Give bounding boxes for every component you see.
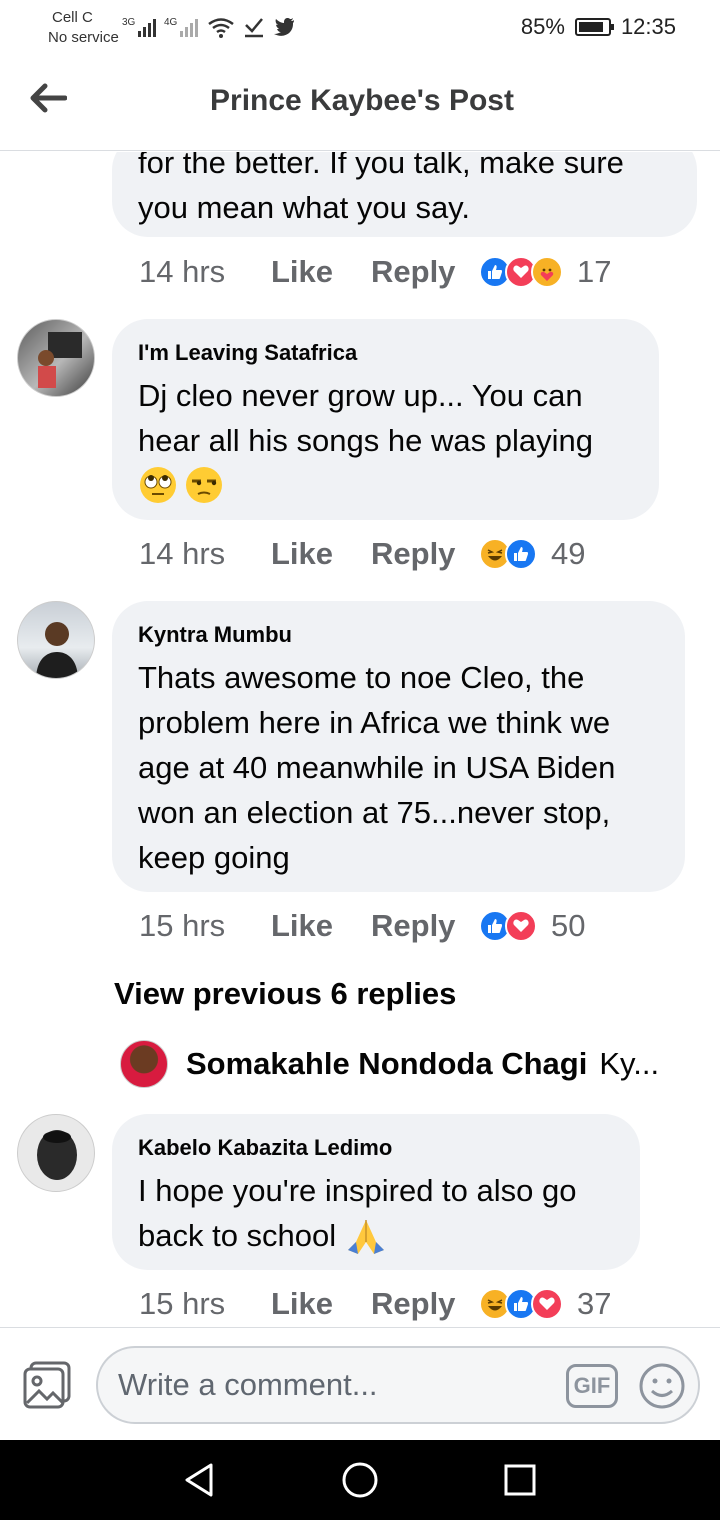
comment-author[interactable]: Kabelo Kabazita Ledimo	[138, 1134, 614, 1162]
like-button[interactable]: Like	[271, 536, 371, 572]
system-nav-bar	[0, 1440, 720, 1520]
comment-text-line: back to school	[138, 1218, 337, 1253]
comment-author[interactable]: I'm Leaving Satafrica	[138, 339, 633, 367]
comment-actions: 15 hrs Like Reply 37	[139, 1284, 611, 1324]
love-reaction-icon	[531, 1288, 563, 1320]
comment-text-line: Thats awesome to noe Cleo, the	[138, 660, 585, 695]
love-reaction-icon	[505, 910, 537, 942]
comment-text-line: hear all his songs he was playing	[138, 423, 593, 458]
photo-button[interactable]	[20, 1358, 74, 1412]
comment-bubble[interactable]: Kyntra Mumbu Thats awesome to noe Cleo, …	[112, 601, 685, 892]
comment-text-line: problem here in Africa we think we	[138, 705, 611, 740]
comment-author[interactable]: Kyntra Mumbu	[138, 621, 659, 649]
reactions-summary[interactable]	[479, 256, 563, 288]
page-title: Prince Kaybee's Post	[210, 84, 514, 117]
comment-text-line: age at 40 meanwhile in USA Biden	[138, 750, 616, 785]
comment-text-line: keep going	[138, 840, 290, 875]
avatar[interactable]	[120, 1040, 168, 1088]
comment-composer: GIF	[0, 1327, 720, 1440]
like-reaction-icon	[505, 538, 537, 570]
battery-icon	[574, 18, 614, 36]
reactions-summary[interactable]	[479, 538, 537, 570]
wifi-icon	[208, 18, 234, 38]
status-icons: 3G 4G	[122, 14, 296, 40]
battery-percent: 85%	[520, 14, 565, 39]
reply-button[interactable]: Reply	[371, 908, 479, 944]
reaction-count[interactable]: 37	[577, 1286, 611, 1322]
gif-button[interactable]: GIF	[566, 1364, 618, 1408]
twitter-icon	[274, 18, 294, 36]
reply-button[interactable]: Reply	[371, 254, 479, 290]
comments-feed[interactable]: for the better. If you talk, make sure y…	[0, 152, 720, 1327]
service-status: No service	[48, 29, 119, 46]
comment-text-line: won an election at 75...never stop,	[138, 795, 611, 830]
comment-bubble[interactable]: Kabelo Kabazita Ledimo I hope you're ins…	[112, 1114, 640, 1270]
reactions-summary[interactable]	[479, 1288, 563, 1320]
carrier-name: Cell C	[52, 9, 93, 26]
signal-4g-icon: 4G	[164, 17, 198, 37]
comment-bubble[interactable]: I'm Leaving Satafrica Dj cleo never grow…	[112, 319, 659, 520]
photo-icon	[23, 1361, 71, 1409]
avatar[interactable]	[17, 1114, 95, 1192]
emoji-icon[interactable]	[638, 1362, 686, 1410]
comment-actions: 15 hrs Like Reply 50	[139, 906, 585, 946]
home-nav-icon[interactable]	[340, 1460, 380, 1500]
comment-time[interactable]: 14 hrs	[139, 536, 271, 572]
reply-author[interactable]: Somakahle Nondoda Chagi	[186, 1046, 587, 1082]
folded-hands-emoji-icon	[348, 1219, 385, 1254]
reply-preview[interactable]: Somakahle Nondoda Chagi Ky...	[120, 1040, 680, 1088]
comment-text-line: Dj cleo never grow up... You can	[138, 378, 583, 413]
signal-3g-icon: 3G	[122, 17, 156, 37]
page-header: Prince Kaybee's Post	[0, 56, 720, 151]
comment-text-line: I hope you're inspired to also go	[138, 1173, 577, 1208]
like-button[interactable]: Like	[271, 908, 371, 944]
reaction-count[interactable]: 17	[577, 254, 611, 290]
comment-time[interactable]: 15 hrs	[139, 908, 271, 944]
carrier-info: Cell C No service	[48, 8, 119, 48]
care-reaction-icon	[531, 256, 563, 288]
svg-text:3G: 3G	[122, 17, 136, 28]
comment-time[interactable]: 14 hrs	[139, 254, 271, 290]
comment-actions: 14 hrs Like Reply 17	[139, 252, 611, 292]
like-button[interactable]: Like	[271, 254, 371, 290]
download-done-icon	[245, 18, 263, 38]
back-nav-icon[interactable]	[181, 1460, 221, 1500]
rolling-eyes-emoji-icon	[140, 467, 176, 503]
comment-input-wrapper[interactable]: GIF	[96, 1346, 700, 1424]
comment-actions: 14 hrs Like Reply 49	[139, 534, 585, 574]
view-previous-replies-link[interactable]: View previous 6 replies	[114, 976, 456, 1012]
comment-bubble[interactable]: for the better. If you talk, make sure y…	[112, 152, 697, 237]
status-right: 85% 12:35	[521, 14, 676, 40]
clock: 12:35	[620, 14, 676, 39]
avatar[interactable]	[17, 319, 95, 397]
comment-text-row: back to school	[138, 1213, 614, 1258]
comment-input[interactable]	[118, 1364, 558, 1406]
svg-text:4G: 4G	[164, 17, 178, 28]
reply-button[interactable]: Reply	[371, 1286, 479, 1322]
like-button[interactable]: Like	[271, 1286, 371, 1322]
recents-nav-icon[interactable]	[500, 1460, 540, 1500]
reaction-count[interactable]: 49	[551, 536, 585, 572]
unamused-emoji-icon	[186, 467, 222, 503]
status-bar: Cell C No service 3G 4G 85% 12:35	[0, 0, 720, 56]
reactions-summary[interactable]	[479, 910, 537, 942]
comment-time[interactable]: 15 hrs	[139, 1286, 271, 1322]
avatar[interactable]	[17, 601, 95, 679]
comment-text-line: for the better. If you talk, make sure	[138, 152, 624, 180]
reaction-count[interactable]: 50	[551, 908, 585, 944]
reply-snippet: Ky...	[599, 1046, 660, 1081]
reply-button[interactable]: Reply	[371, 536, 479, 572]
comment-text-line: you mean what you say.	[138, 190, 470, 225]
